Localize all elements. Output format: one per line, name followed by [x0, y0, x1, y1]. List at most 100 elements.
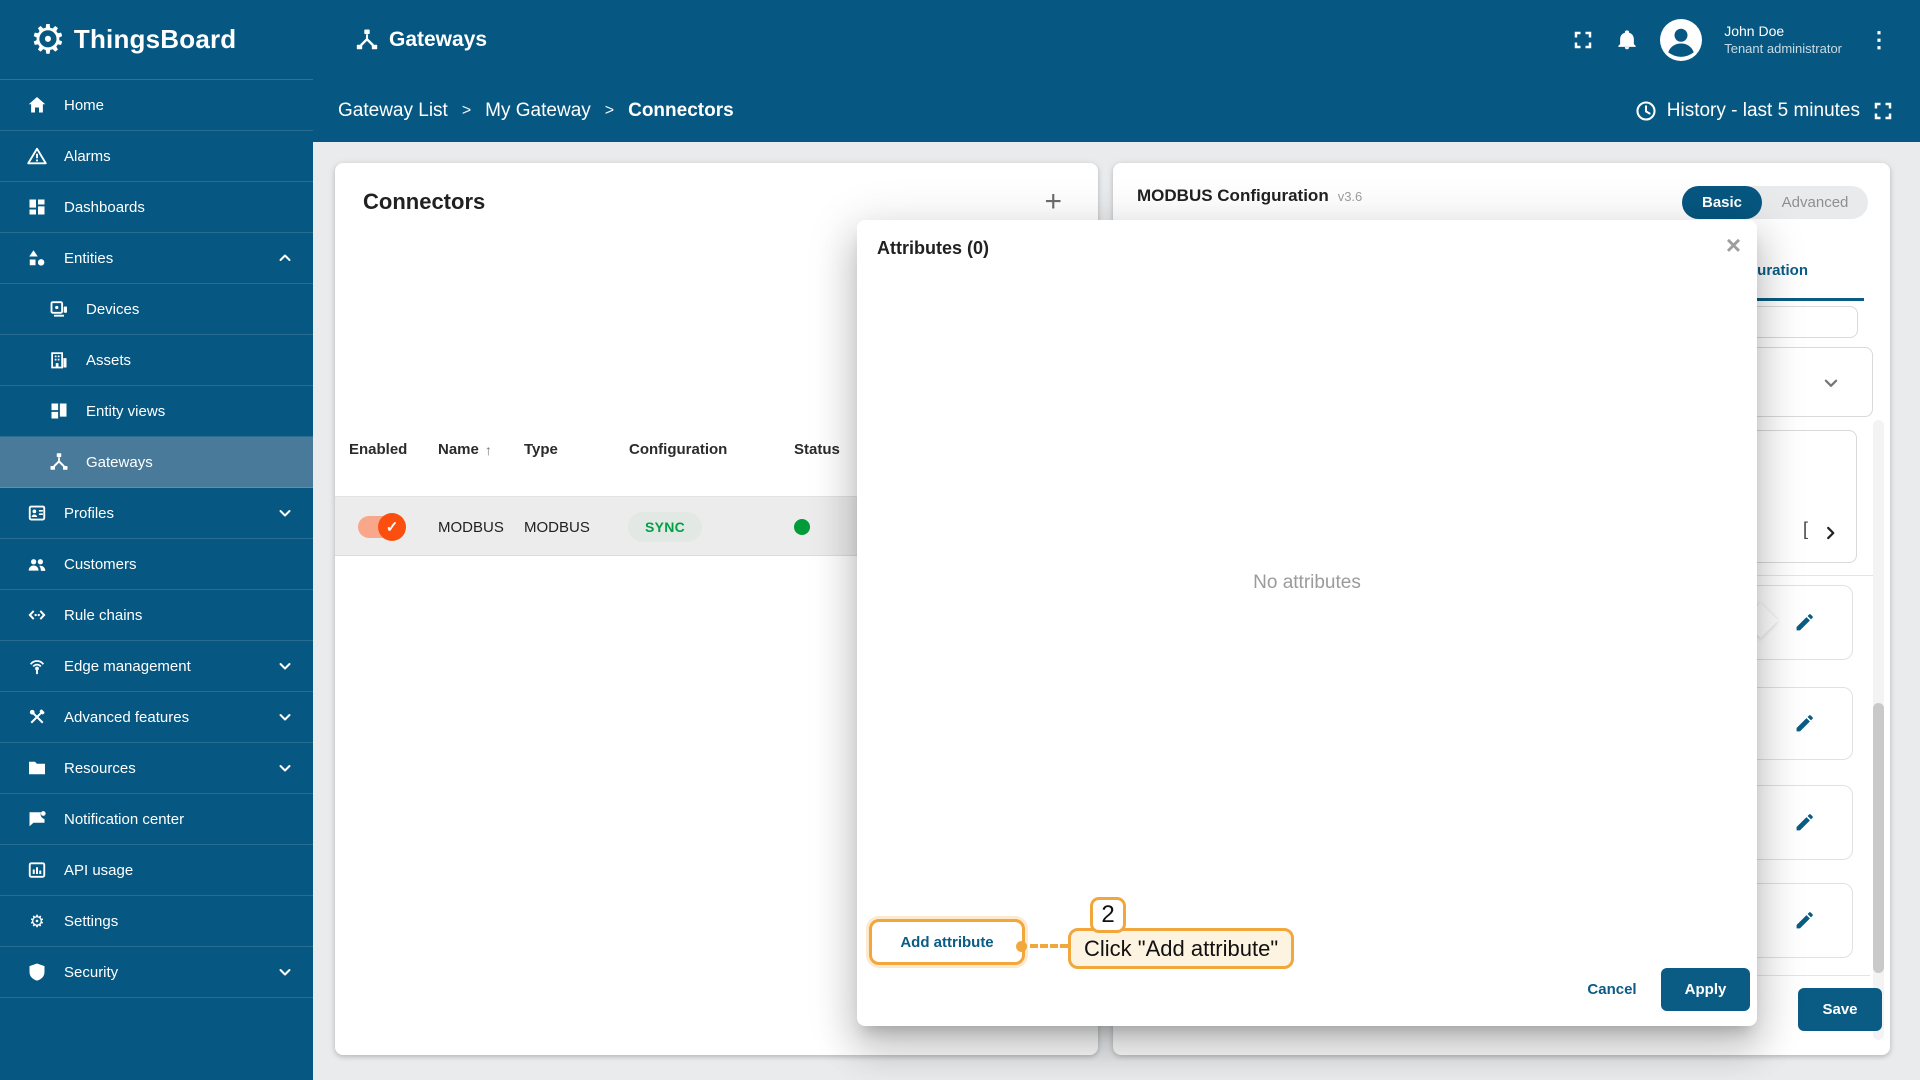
mode-advanced-button[interactable]: Advanced	[1762, 194, 1868, 211]
column-header-status[interactable]: Status	[794, 441, 840, 458]
sidebar-item-label: Home	[64, 96, 105, 114]
sidebar-item-label: Assets	[86, 351, 132, 369]
sort-ascending-icon: ↑	[484, 441, 492, 458]
assets-icon	[48, 350, 70, 370]
apply-button[interactable]: Apply	[1661, 968, 1750, 1011]
cancel-button[interactable]: Cancel	[1575, 968, 1649, 1011]
notification-center-icon	[26, 809, 48, 829]
sidebar-item-settings[interactable]: ⚙ Settings	[0, 896, 313, 947]
edit-pencil-icon[interactable]	[1793, 812, 1815, 834]
empty-state-text: No attributes	[1253, 572, 1361, 593]
connector-configuration-chip: SYNC	[628, 497, 703, 557]
breadcrumb-my-gateway[interactable]: My Gateway	[485, 100, 591, 122]
sidebar-item-entity-views[interactable]: Entity views	[0, 386, 313, 437]
edit-pencil-icon[interactable]	[1793, 713, 1815, 735]
fullscreen-icon[interactable]	[1572, 29, 1594, 51]
sidebar-item-gateways[interactable]: Gateways	[0, 437, 313, 488]
page-title: Gateways	[389, 28, 488, 51]
entities-icon	[26, 248, 48, 268]
header-actions: John Doe Tenant administrator ⋮	[1572, 0, 1894, 80]
breadcrumb: Gateway List > My Gateway > Connectors	[338, 100, 734, 122]
breadcrumb-separator: >	[604, 102, 615, 119]
column-header-name[interactable]: Name ↑	[438, 441, 492, 458]
sidebar-item-label: Settings	[64, 912, 119, 930]
sidebar-item-edge-management[interactable]: Edge management	[0, 641, 313, 692]
save-button[interactable]: Save	[1798, 988, 1882, 1031]
sidebar-item-label: Security	[64, 963, 119, 981]
app-name: ThingsBoard	[73, 24, 237, 54]
sidebar-item-label: Alarms	[64, 147, 111, 165]
breadcrumb-separator: >	[461, 102, 472, 119]
sidebar-item-label: Entities	[64, 249, 114, 267]
sidebar-item-label: API usage	[64, 861, 134, 879]
connector-status-dot	[794, 497, 810, 557]
resources-icon	[26, 758, 48, 778]
scrollbar-thumb[interactable]	[1873, 703, 1884, 973]
entity-views-icon	[48, 401, 70, 421]
profiles-icon	[26, 503, 48, 523]
sidebar-item-label: Devices	[86, 300, 140, 318]
connector-name: MODBUS	[438, 518, 504, 536]
breadcrumb-connectors: Connectors	[628, 100, 734, 121]
chevron-down-icon	[277, 505, 293, 521]
sidebar-item-rule-chains[interactable]: Rule chains	[0, 590, 313, 641]
close-icon[interactable]: ×	[1726, 232, 1741, 258]
chevron-down-icon	[277, 964, 293, 980]
alarm-icon	[26, 146, 48, 166]
sidebar-item-assets[interactable]: Assets	[0, 335, 313, 386]
edit-pencil-icon[interactable]	[1793, 910, 1815, 932]
fullscreen-icon[interactable]	[1872, 100, 1894, 122]
sidebar-item-label: Notification center	[64, 810, 185, 828]
config-partial-text: [	[1802, 519, 1808, 539]
dashboards-icon	[26, 197, 48, 217]
sidebar-item-api-usage[interactable]: API usage	[0, 845, 313, 896]
sidebar-item-customers[interactable]: Customers	[0, 539, 313, 590]
sidebar-item-devices[interactable]: Devices	[0, 284, 313, 335]
sidebar-item-label: Dashboards	[64, 198, 145, 216]
config-title: MODBUS Configuration	[1137, 186, 1329, 205]
chevron-down-icon	[277, 760, 293, 776]
chevron-right-icon[interactable]	[1822, 524, 1840, 542]
column-header-configuration[interactable]: Configuration	[629, 441, 727, 458]
chevron-down-icon	[1822, 374, 1840, 392]
sidebar-item-profiles[interactable]: Profiles	[0, 488, 313, 539]
thingsboard-app: ⚙ ThingsBoard Home Alarms Dashboards Entiti…	[0, 0, 1920, 1080]
breadcrumb-bar: Gateway List > My Gateway > Connectors H…	[313, 80, 1920, 142]
mode-basic-button[interactable]: Basic	[1682, 186, 1763, 219]
security-icon	[26, 962, 48, 982]
annotation-step-badge: 2	[1090, 897, 1126, 933]
connector-enabled-toggle[interactable]: ✓	[358, 497, 406, 557]
notifications-bell-icon[interactable]	[1616, 29, 1638, 51]
chevron-down-icon	[277, 709, 293, 725]
sidebar-item-home[interactable]: Home	[0, 80, 313, 131]
sidebar-item-security[interactable]: Security	[0, 947, 313, 998]
customers-icon	[26, 554, 48, 574]
sidebar-item-dashboards[interactable]: Dashboards	[0, 182, 313, 233]
home-icon	[26, 95, 48, 115]
sidebar-item-advanced-features[interactable]: Advanced features	[0, 692, 313, 743]
sidebar-item-alarms[interactable]: Alarms	[0, 131, 313, 182]
chevron-up-icon	[277, 250, 293, 266]
breadcrumb-gateway-list[interactable]: Gateway List	[338, 100, 448, 122]
sidebar-item-notification-center[interactable]: Notification center	[0, 794, 313, 845]
thingsboard-logo-icon: ⚙	[30, 17, 66, 62]
connectors-title: Connectors	[363, 189, 486, 214]
sidebar-item-label: Customers	[64, 555, 137, 573]
column-header-enabled[interactable]: Enabled	[349, 441, 407, 458]
annotation-tooltip: Click "Add attribute"	[1068, 928, 1295, 969]
avatar[interactable]	[1660, 19, 1703, 61]
history-range-button[interactable]: History - last 5 minutes	[1635, 100, 1860, 122]
add-connector-button[interactable]: +	[1044, 187, 1062, 217]
app-logo[interactable]: ⚙ ThingsBoard	[0, 0, 313, 80]
more-vertical-icon[interactable]: ⋮	[1864, 27, 1894, 53]
config-version: v3.6	[1337, 189, 1363, 204]
rule-chains-icon	[26, 605, 48, 625]
advanced-features-icon	[26, 707, 48, 727]
api-usage-icon	[26, 860, 48, 880]
edit-pencil-icon[interactable]	[1793, 612, 1815, 634]
sidebar-item-resources[interactable]: Resources	[0, 743, 313, 794]
column-header-type[interactable]: Type	[524, 441, 558, 458]
add-attribute-button[interactable]: Add attribute	[869, 919, 1025, 965]
sidebar: ⚙ ThingsBoard Home Alarms Dashboards Entiti…	[0, 0, 313, 1080]
sidebar-item-entities[interactable]: Entities	[0, 233, 313, 284]
